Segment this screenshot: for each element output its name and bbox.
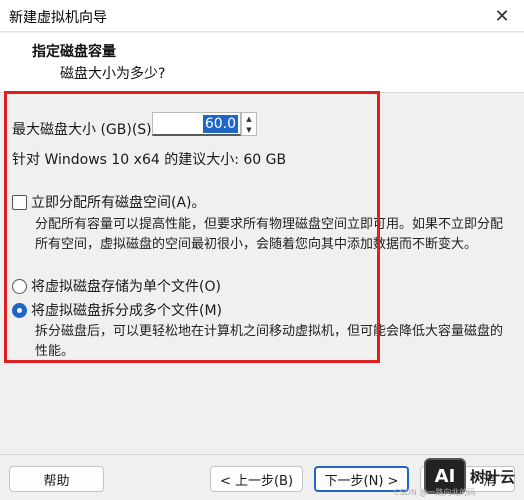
- watermark-credit: CSDN @一路向北的码: [394, 488, 476, 497]
- spin-down-icon[interactable]: ▼: [242, 124, 256, 135]
- disk-size-label: 最大磁盘大小 (GB)(S):: [12, 122, 157, 138]
- footer-divider: [0, 454, 524, 455]
- single-file-label[interactable]: 将虚拟磁盘存储为单个文件(O): [31, 276, 221, 296]
- recommended-size-text: 针对 Windows 10 x64 的建议大小: 60 GB: [12, 152, 287, 168]
- allocate-all-checkbox[interactable]: [12, 194, 27, 210]
- back-button[interactable]: < 上一步(B): [210, 466, 303, 492]
- allocate-description: 分配所有容量可以提高性能，但要求所有物理磁盘空间立即可用。如果不立即分配所有空间…: [35, 217, 504, 252]
- multiple-files-radio[interactable]: [12, 302, 27, 318]
- allocate-all-checkbox-row[interactable]: 立即分配所有磁盘空间(A)。: [12, 192, 206, 212]
- help-button[interactable]: 帮助: [9, 466, 104, 492]
- page-title: 指定磁盘容量: [32, 44, 116, 60]
- single-file-radio[interactable]: [12, 278, 27, 294]
- single-file-radio-row[interactable]: 将虚拟磁盘存储为单个文件(O): [12, 276, 221, 296]
- page-subtitle: 磁盘大小为多少?: [60, 66, 166, 82]
- title-bar: 新建虚拟机向导 ✕: [0, 0, 524, 32]
- multiple-files-label[interactable]: 将虚拟磁盘拆分成多个文件(M): [31, 300, 222, 320]
- allocate-all-label[interactable]: 立即分配所有磁盘空间(A)。: [31, 192, 206, 212]
- multiple-files-radio-row[interactable]: 将虚拟磁盘拆分成多个文件(M): [12, 300, 222, 320]
- spin-up-icon[interactable]: ▲: [242, 113, 256, 124]
- wizard-body: [0, 94, 524, 454]
- disk-size-spinner[interactable]: ▲ ▼: [241, 112, 257, 136]
- disk-size-value[interactable]: 60.0: [202, 115, 238, 133]
- window-title: 新建虚拟机向导: [9, 10, 107, 26]
- wizard-header: 指定磁盘容量 磁盘大小为多少?: [0, 33, 524, 93]
- close-icon[interactable]: ✕: [480, 0, 524, 32]
- disk-size-input[interactable]: 60.0: [152, 112, 241, 136]
- split-description: 拆分磁盘后，可以更轻松地在计算机之间移动虚拟机，但可能会降低大容量磁盘的性能。: [35, 324, 504, 359]
